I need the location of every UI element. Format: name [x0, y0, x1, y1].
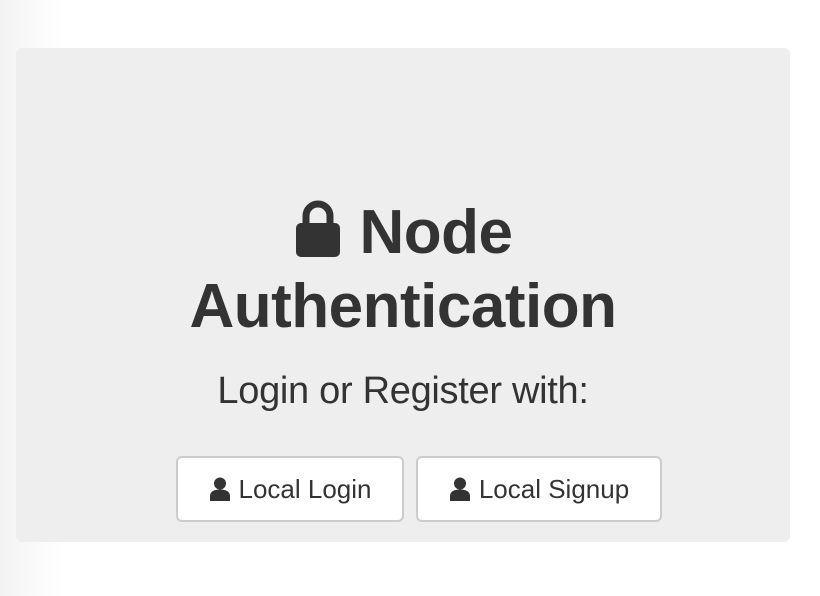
subtitle: Login or Register with:: [217, 370, 589, 412]
local-signup-button[interactable]: Local Signup: [416, 456, 662, 522]
local-login-label: Local Login: [238, 473, 372, 504]
local-login-button[interactable]: Local Login: [176, 456, 404, 522]
page: Node Authentication Login or Register wi…: [0, 0, 820, 596]
title-line-1: Node: [16, 196, 790, 270]
lock-icon: [295, 200, 340, 257]
title-text-node: Node: [359, 198, 514, 267]
local-signup-label: Local Signup: [478, 473, 630, 504]
user-icon: [449, 477, 470, 501]
auth-panel: Node Authentication Login or Register wi…: [16, 48, 790, 542]
page-title: Node Authentication: [16, 196, 790, 344]
user-icon: [209, 477, 230, 501]
title-text-authentication: Authentication: [189, 272, 617, 341]
